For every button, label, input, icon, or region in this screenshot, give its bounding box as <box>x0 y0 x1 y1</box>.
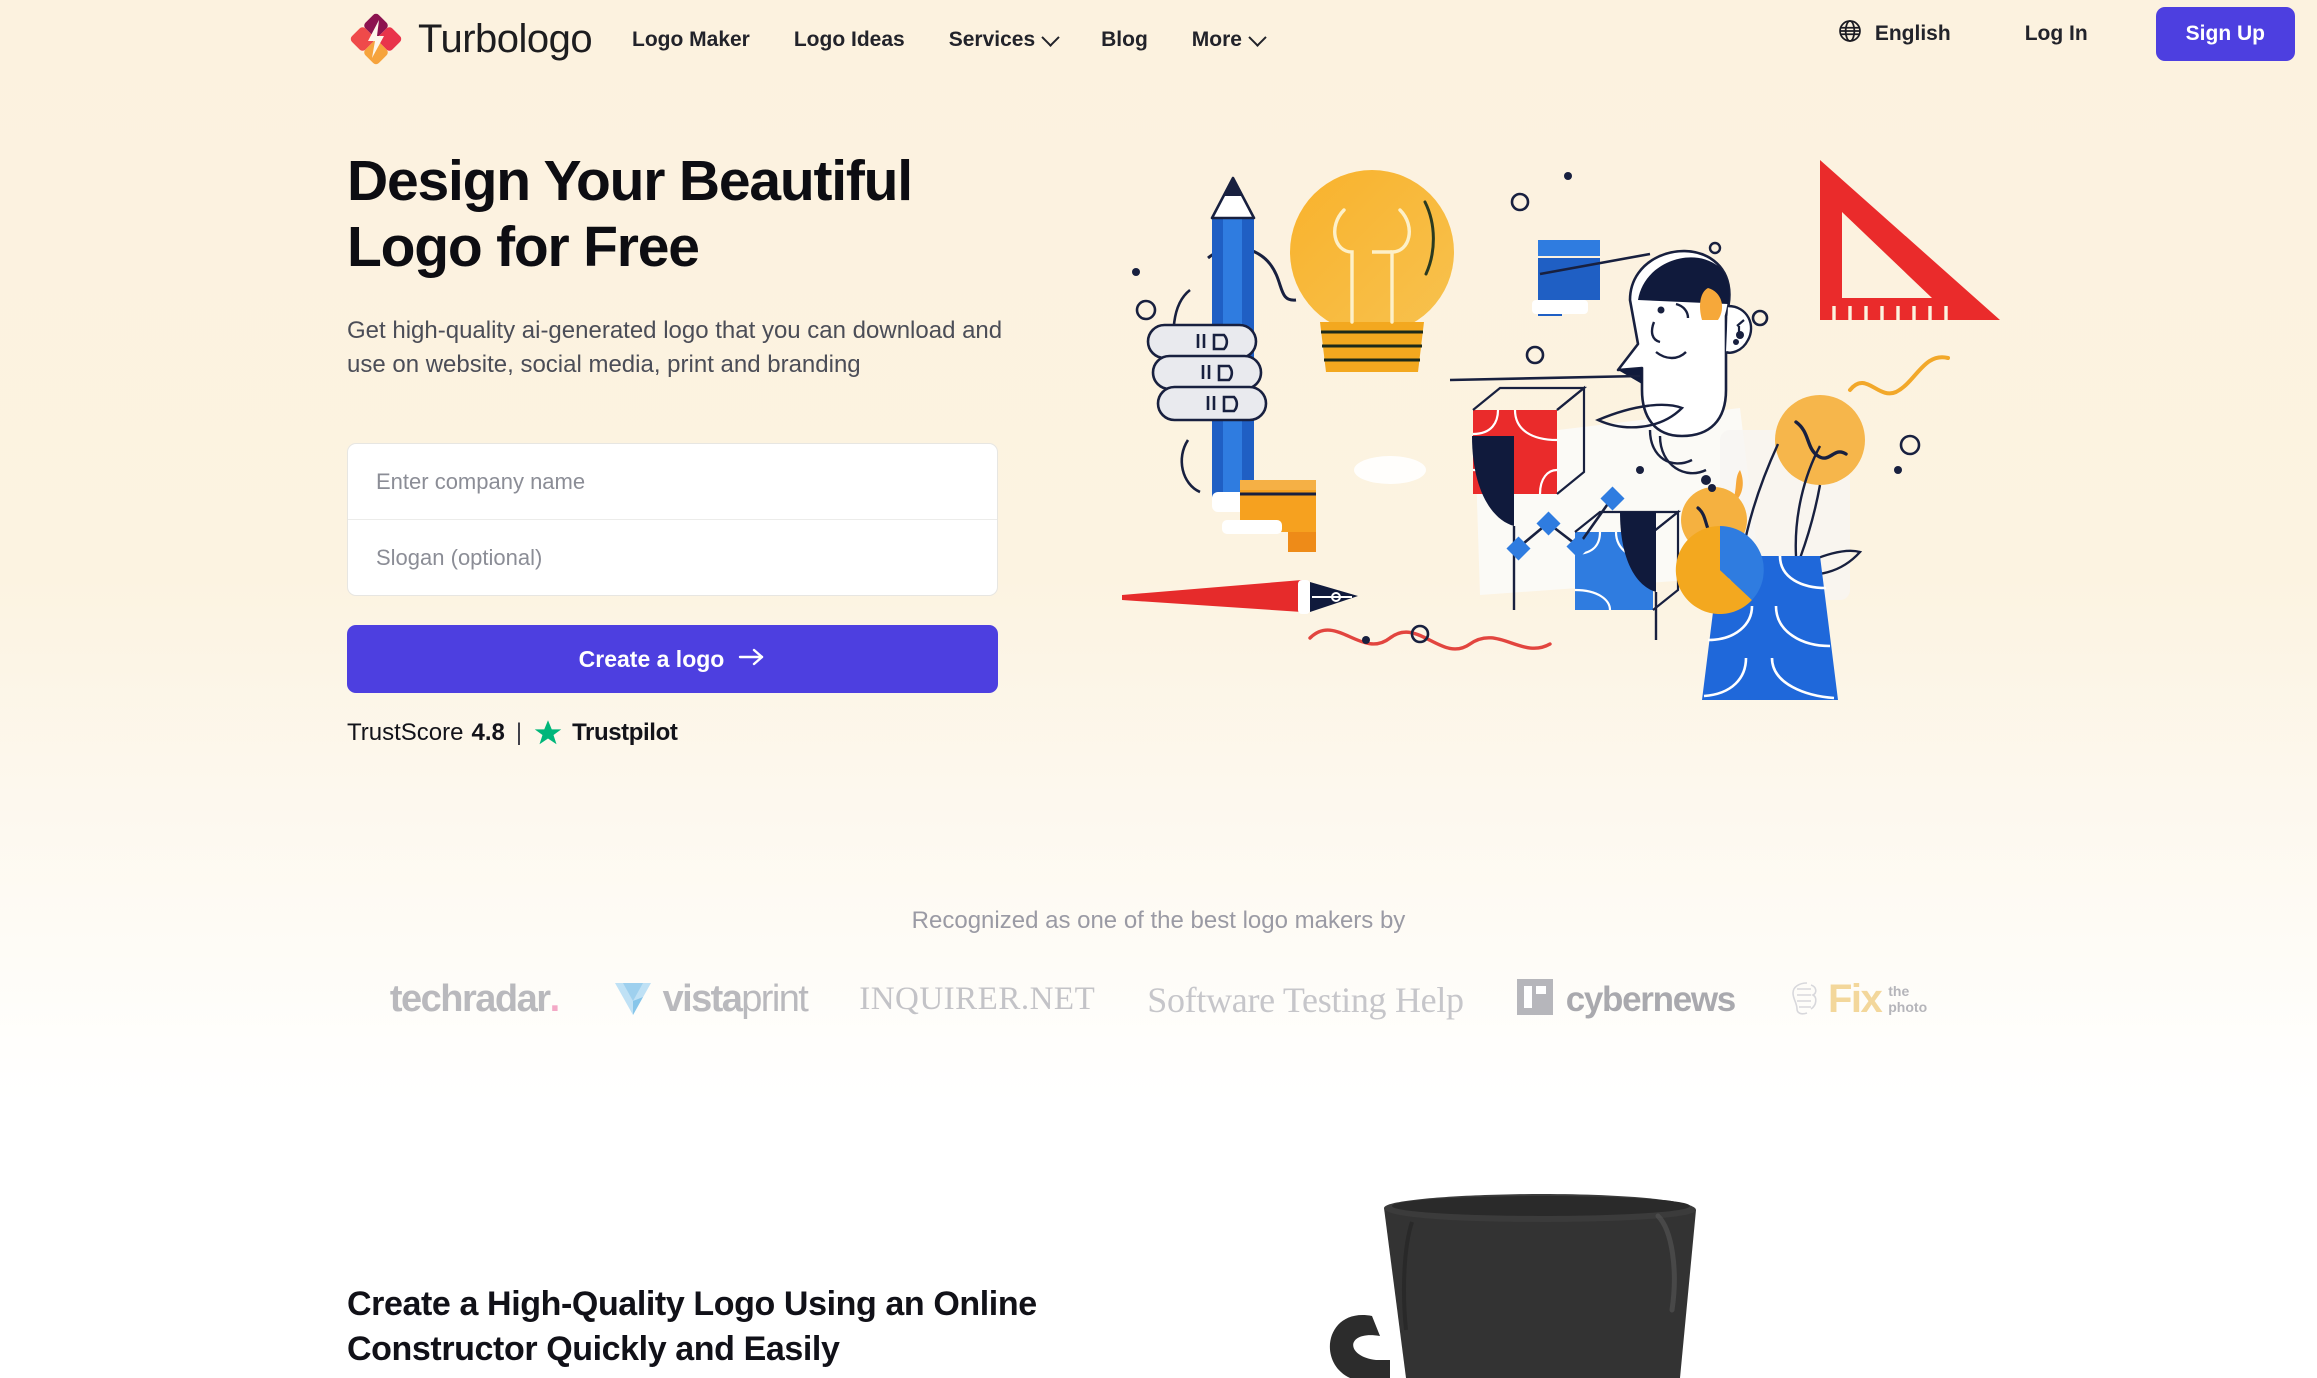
fixthephoto-tagline: the photo <box>1888 982 1928 1015</box>
nav-label: Blog <box>1101 28 1148 51</box>
create-logo-button[interactable]: Create a logo <box>347 625 998 693</box>
trustscore-label: TrustScore <box>347 719 464 746</box>
globe-icon <box>1837 18 1863 50</box>
fixthephoto-wordmark: Fix <box>1827 977 1883 1021</box>
company-name-input[interactable] <box>348 444 997 519</box>
page-root: Turbologo Logo Maker Logo Ideas Services… <box>0 0 2317 1378</box>
trustpilot-label: Trustpilot <box>572 719 678 746</box>
main-nav: Logo Maker Logo Ideas Services Blog More <box>610 22 1286 58</box>
nav-item-more[interactable]: More <box>1170 22 1286 58</box>
section-2-title: Create a High-Quality Logo Using an Onli… <box>347 1285 1037 1368</box>
signup-button[interactable]: Sign Up <box>2155 7 2295 61</box>
partner-logo-cybernews: cybernews <box>1516 978 1737 1021</box>
partner-logo-fixthephoto: Fix the photo <box>1787 977 1927 1022</box>
nav-item-blog[interactable]: Blog <box>1079 22 1170 58</box>
star-icon <box>533 718 563 748</box>
chevron-down-icon <box>1041 27 1060 47</box>
vistaprint-light: print <box>741 978 809 1020</box>
chevron-down-icon <box>1248 27 1267 47</box>
slogan-input[interactable] <box>348 520 997 595</box>
cybernews-wordmark: cybernews <box>1565 979 1737 1019</box>
creative-design-tools-illustration <box>1120 140 2000 720</box>
nav-label: Services <box>948 28 1036 51</box>
partner-logo-software-testing-help: Software Testing Help <box>1147 979 1464 1020</box>
recognition-heading: Recognized as one of the best logo maker… <box>911 907 1406 934</box>
vistaprint-wordmark: vistaprint <box>662 978 809 1021</box>
hero-copy: Design Your Beautiful Logo for Free Get … <box>347 148 1107 382</box>
partner-logo-strip: techradar. vistaprint INQUIRER.NET Softw… <box>0 975 2317 1024</box>
fixthephoto-hand-icon <box>1787 977 1821 1022</box>
partner-logo-vistaprint: vistaprint <box>611 975 809 1024</box>
vistaprint-v-icon <box>611 975 655 1024</box>
cybernews-mark-icon <box>1516 978 1554 1021</box>
fixthephoto-line2: photo <box>1888 998 1928 1015</box>
arrow-right-icon <box>738 646 766 673</box>
nav-item-logo-ideas[interactable]: Logo Ideas <box>772 22 927 58</box>
header-actions: English Log In Sign Up <box>1821 7 2295 61</box>
black-coffee-mug-photo <box>1280 1160 1800 1378</box>
vistaprint-bold: vista <box>662 978 743 1020</box>
nav-label: Logo Maker <box>632 28 750 51</box>
language-label: English <box>1874 22 1951 45</box>
login-link[interactable]: Log In <box>1997 12 2116 56</box>
nav-item-logo-maker[interactable]: Logo Maker <box>610 22 772 58</box>
partner-logo-techradar: techradar. <box>389 978 561 1021</box>
brand-name: Turbologo <box>418 17 593 61</box>
trustscore-separator: | <box>515 719 523 746</box>
fixthephoto-line1: the <box>1888 982 1910 999</box>
nav-label: Logo Ideas <box>793 28 905 51</box>
brand-logo-link[interactable]: Turbologo <box>347 10 593 68</box>
techradar-dot: . <box>549 978 561 1020</box>
trustscore-value: 4.8 <box>471 719 505 746</box>
create-logo-label: Create a logo <box>578 645 725 672</box>
nav-label: More <box>1191 28 1242 51</box>
techradar-wordmark: techradar <box>389 978 551 1020</box>
nav-item-services[interactable]: Services <box>927 22 1079 58</box>
trustpilot-rating[interactable]: TrustScore 4.8 | Trustpilot <box>347 718 678 748</box>
turbologo-diamond-icon <box>347 10 405 68</box>
page-title: Design Your Beautiful Logo for Free <box>347 149 913 280</box>
logo-create-form <box>347 443 998 596</box>
partner-logo-inquirer: INQUIRER.NET <box>859 981 1096 1017</box>
hero-subtitle: Get high-quality ai-generated logo that … <box>347 317 1003 379</box>
site-header: Turbologo Logo Maker Logo Ideas Services… <box>0 0 2317 74</box>
language-switcher[interactable]: English <box>1821 8 1967 60</box>
